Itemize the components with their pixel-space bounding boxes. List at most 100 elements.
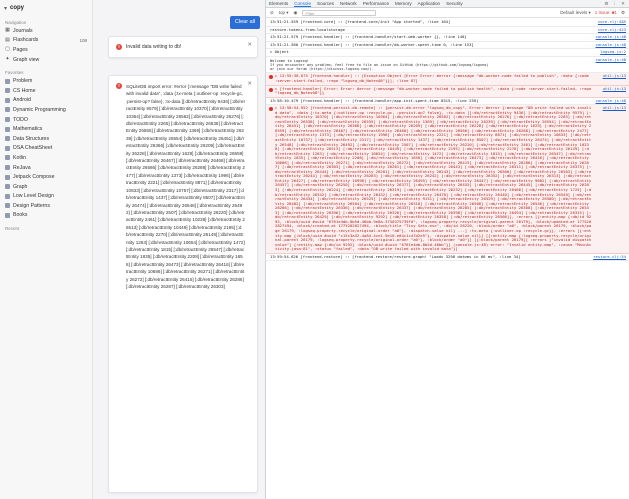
favorite-item[interactable]: CS Home: [0, 86, 92, 96]
favorite-item-label: Books: [13, 212, 28, 219]
close-icon[interactable]: ✕: [247, 81, 252, 87]
console-error-row: ▸ 13:55:38.075 [frontend.handler] :: [Ex…: [266, 73, 629, 86]
page-icon: [5, 174, 10, 180]
console-message: 13:59:54.626 [frontend.restore] :: [fron…: [270, 253, 521, 259]
favorite-item[interactable]: Low Level Design: [0, 192, 92, 202]
source-link[interactable]: core.clj:485: [598, 19, 626, 25]
tab-memory[interactable]: Memory: [395, 1, 412, 6]
close-icon[interactable]: ✕: [247, 42, 252, 48]
issues-badge[interactable]: 1 Issue: ■1: [595, 10, 617, 16]
favorite-item-label: Design Patterns: [13, 202, 50, 209]
clear-all-button[interactable]: Clear all: [230, 16, 260, 29]
console-message: ▸ 13:58:54.952 [frontend.persist-db.remo…: [275, 105, 592, 252]
favorite-item-label: Mathematics: [13, 126, 43, 133]
context-selector[interactable]: top ▾: [279, 10, 289, 16]
favorite-item-label: Graph: [13, 183, 28, 190]
favorite-item-label: Android: [13, 97, 31, 104]
page-icon: [5, 155, 10, 161]
sidebar-item-flashcards[interactable]: ▤ Flashcards 108: [0, 36, 92, 46]
console-log-row: 13:51:21.580 [frontend.handler] :: [fron…: [266, 42, 629, 50]
calendar-icon: ▦: [5, 27, 10, 34]
tab-network[interactable]: Network: [340, 1, 357, 6]
favorite-item[interactable]: ReJava: [0, 163, 92, 173]
console-log-row: 13:51:21.559 [frontend.core] :: [fronten…: [266, 19, 629, 27]
console-log-row: restore-tokens-from-localstorage core.clj…: [266, 27, 629, 35]
gear-icon[interactable]: ⚙: [621, 10, 625, 16]
console-log-row: ▸ Object logseq.js:2: [266, 49, 629, 57]
favorite-item[interactable]: Kotlin: [0, 153, 92, 163]
clear-console-icon[interactable]: ⊘: [270, 10, 274, 16]
favorite-item[interactable]: Mathematics: [0, 124, 92, 134]
sidebar-item-graph-view[interactable]: ✦ Graph view: [0, 55, 92, 65]
favorites-list: Problem CS Home Android Dynamic Programming…: [0, 76, 92, 220]
favorite-item[interactable]: DSA CheatSheet: [0, 144, 92, 154]
favorite-item[interactable]: Jetpack Compose: [0, 172, 92, 182]
sidebar-item-journals[interactable]: ▦ Journals: [0, 26, 92, 36]
favorite-item-label: Problem: [13, 78, 33, 85]
favorite-item[interactable]: Android: [0, 96, 92, 106]
close-icon[interactable]: ✕: [621, 1, 625, 7]
source-link[interactable]: console.js:48: [596, 35, 626, 40]
source-link[interactable]: restore.clj:34: [593, 254, 626, 260]
pages-icon: ▢: [5, 46, 10, 53]
notification-message: Invalid data writing to db!: [126, 44, 182, 50]
source-link[interactable]: util.js:13: [603, 86, 626, 92]
source-link[interactable]: console.js:48: [596, 42, 626, 48]
console-message: ▸ Object: [270, 49, 289, 55]
flashcards-count-badge: 108: [79, 37, 87, 43]
graph-selector[interactable]: ▾ copy: [0, 2, 92, 14]
favorite-item[interactable]: Data Structures: [0, 134, 92, 144]
console-log-row: 13:51:21.579 [frontend.handler] :: [fron…: [266, 34, 629, 42]
source-link[interactable]: util.js:13: [603, 106, 626, 111]
tab-security[interactable]: Security: [446, 1, 463, 6]
page-icon: [5, 184, 10, 190]
source-link[interactable]: logseq.js:2: [600, 50, 626, 55]
favorite-item[interactable]: TODO: [0, 115, 92, 125]
console-filter-input[interactable]: Filter: [302, 9, 377, 16]
console-message: ▸ [frontend.handler] Error: Error: #erro…: [275, 85, 592, 96]
console-error-row: ▸ 13:58:54.952 [frontend.persist-db.remo…: [266, 105, 629, 254]
log-levels-dropdown[interactable]: Default levels ▾: [560, 10, 591, 16]
console-message: 13:51:21.579 [frontend.handler] :: [fron…: [270, 34, 467, 40]
sidebar-item-label: Flashcards: [13, 37, 39, 44]
favorite-item-label: ReJava: [13, 164, 31, 171]
favorite-item[interactable]: Dynamic Programming: [0, 105, 92, 115]
console-message: 13:51:21.580 [frontend.handler] :: [fron…: [270, 41, 474, 47]
left-sidebar: ▾ copy Navigation ▦ Journals ▤ Flashcards 10…: [0, 0, 93, 499]
tab-performance[interactable]: Performance: [363, 1, 389, 6]
favorite-item[interactable]: Graph: [0, 182, 92, 192]
favorite-item-label: Low Level Design: [13, 193, 54, 200]
error-icon: !: [116, 83, 122, 89]
more-icon[interactable]: ⋮: [613, 1, 618, 7]
notification-area: Clear all ! Invalid data writing to db! …: [93, 0, 265, 499]
favorite-item[interactable]: Books: [0, 211, 92, 221]
console-message: ▸ 13:55:38.075 [frontend.handler] :: [Ex…: [275, 73, 589, 83]
console-error-row: ▸ [frontend.handler] Error: Error: #erro…: [266, 85, 629, 98]
graph-name: copy: [10, 5, 25, 11]
nav-list: ▦ Journals ▤ Flashcards 108 ▢ Pages ✦ Graph view: [0, 26, 92, 64]
console-log-row: 13:58:10.479 [frontend.handler] :: [fron…: [266, 98, 629, 106]
page-icon: [5, 88, 10, 94]
favorite-item-label: DSA CheatSheet: [13, 145, 53, 152]
source-link[interactable]: console.js:48: [596, 57, 626, 63]
console-message: restore-tokens-from-localstorage: [270, 26, 345, 32]
source-link[interactable]: console.js:48: [596, 98, 626, 104]
tab-application[interactable]: Application: [418, 1, 440, 6]
tab-console[interactable]: Console: [294, 1, 312, 7]
tab-sources[interactable]: Sources: [317, 1, 334, 6]
page-icon: [5, 117, 10, 123]
source-link[interactable]: util.js:13: [603, 74, 626, 79]
sidebar-item-pages[interactable]: ▢ Pages: [0, 45, 92, 55]
favorite-item[interactable]: Problem: [0, 76, 92, 86]
cards-icon: ▤: [5, 36, 10, 43]
page-icon: [5, 203, 10, 209]
recent-section-header: Recent: [5, 226, 20, 232]
console-output: 13:51:21.559 [frontend.core] :: [fronten…: [266, 19, 629, 499]
settings-icon[interactable]: ⚙: [604, 1, 608, 7]
favorite-item[interactable]: Design Patterns: [0, 201, 92, 211]
tab-elements[interactable]: Elements: [269, 1, 288, 6]
source-link[interactable]: core.clj:423: [598, 27, 626, 33]
console-log-row: Welcome to Logseq! If you encounter any …: [266, 57, 629, 74]
favorite-item-label: Dynamic Programming: [13, 106, 66, 113]
eye-icon[interactable]: ◉: [294, 10, 298, 16]
